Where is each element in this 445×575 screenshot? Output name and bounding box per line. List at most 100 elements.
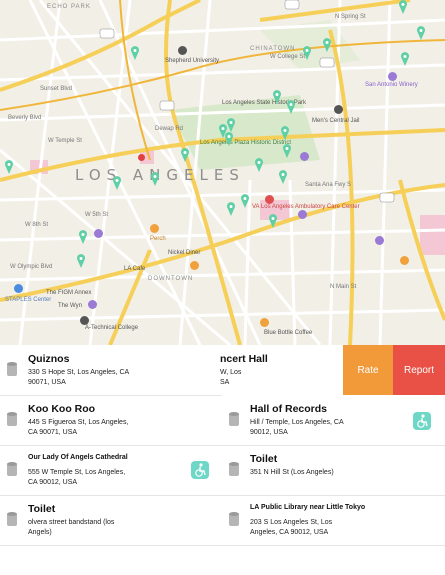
toilet-roll-icon bbox=[6, 511, 18, 527]
jail-icon[interactable] bbox=[334, 105, 343, 114]
place-the-wyn: The Wyn bbox=[58, 303, 82, 309]
toilet-pin-icon[interactable] bbox=[272, 90, 282, 104]
toilet-pin-icon[interactable] bbox=[180, 148, 190, 162]
restaurant-icon[interactable] bbox=[400, 256, 409, 265]
toilet-roll-icon bbox=[6, 411, 18, 427]
report-button[interactable]: Report bbox=[393, 345, 445, 395]
list-item[interactable]: LA Public Library near Little Tokyo 203 … bbox=[222, 495, 445, 545]
restaurant-icon[interactable] bbox=[150, 224, 159, 233]
toilet-pin-icon[interactable] bbox=[254, 158, 264, 172]
toilet-pin-icon[interactable] bbox=[322, 38, 332, 52]
winery-icon[interactable] bbox=[388, 72, 397, 81]
street-label: N Main St bbox=[330, 284, 357, 290]
toilet-pin-icon[interactable] bbox=[226, 202, 236, 216]
toilet-pin-icon[interactable] bbox=[224, 132, 234, 146]
toilet-roll-icon bbox=[228, 461, 240, 477]
list-item-address: 445 S Figueroa St, Los Angeles, CA 90071,… bbox=[28, 419, 129, 436]
university-icon[interactable] bbox=[178, 46, 187, 55]
list-item-address: 203 S Los Angeles St, Los Angeles, CA 900… bbox=[250, 519, 333, 536]
toilet-pin-icon[interactable] bbox=[226, 118, 236, 132]
toilet-roll-icon bbox=[228, 411, 240, 427]
transit-icon[interactable] bbox=[375, 236, 384, 245]
toilet-pin-icon[interactable] bbox=[78, 230, 88, 244]
toilet-pin-icon[interactable] bbox=[76, 254, 86, 268]
list-item-address: Hill / Temple, Los Angeles, CA 90012, USA bbox=[250, 419, 344, 436]
restaurant-icon[interactable] bbox=[190, 261, 199, 270]
street-label: Beverly Blvd bbox=[8, 115, 42, 121]
wheelchair-accessible-icon bbox=[413, 412, 431, 430]
map-view[interactable]: LOS ANGELES ECHO PARK CHINATOWN DOWNTOWN… bbox=[0, 0, 445, 345]
street-label: W 5th St bbox=[85, 212, 109, 218]
street-label: Santa Ana Fwy S bbox=[305, 182, 352, 188]
toilet-pin-icon[interactable] bbox=[130, 46, 140, 60]
list-item-title: ncert Hall bbox=[220, 353, 268, 365]
neighborhood-echo-park: ECHO PARK bbox=[47, 4, 91, 10]
current-location-icon bbox=[138, 154, 145, 161]
toilet-pin-icon[interactable] bbox=[416, 26, 426, 40]
list-item[interactable]: Quiznos 330 S Hope St, Los Angeles, CA 90… bbox=[0, 345, 222, 395]
place-la-plaza-historic-district: Los Angeles Plaza Historic District bbox=[200, 140, 292, 146]
neighborhood-chinatown: CHINATOWN bbox=[250, 46, 296, 52]
toilet-pin-icon[interactable] bbox=[282, 144, 292, 158]
list-item-title: Koo Koo Roo bbox=[28, 403, 96, 415]
list-item-title: Toilet bbox=[28, 503, 56, 515]
place-san-antonio-winery: San Antonio Winery bbox=[365, 82, 418, 88]
toilet-pin-icon[interactable] bbox=[268, 214, 278, 228]
street-label: W 8th St bbox=[25, 222, 49, 228]
cafe-icon[interactable] bbox=[260, 318, 269, 327]
arena-icon[interactable] bbox=[14, 284, 23, 293]
transit-icon[interactable] bbox=[88, 300, 97, 309]
toilet-roll-icon bbox=[6, 361, 18, 377]
place-va-ambulatory: VA Los Angeles Ambulatory Care Center bbox=[252, 204, 360, 210]
list-item-title: Toilet bbox=[250, 453, 278, 465]
list-item-title: Quiznos bbox=[28, 353, 70, 365]
toilet-pin-icon[interactable] bbox=[112, 176, 122, 190]
toilet-roll-icon bbox=[228, 511, 240, 527]
toilet-pin-icon[interactable] bbox=[4, 160, 14, 174]
list-item[interactable]: Toilet olvera street bandstand (los Angel… bbox=[0, 495, 222, 545]
toilet-pin-icon[interactable] bbox=[302, 46, 312, 60]
place-mens-central-jail: Men's Central Jail bbox=[312, 118, 360, 124]
street-label: N Spring St bbox=[335, 14, 366, 20]
toilet-pin-icon[interactable] bbox=[398, 0, 408, 14]
list-item-title: Hall of Records bbox=[250, 403, 328, 415]
place-shepherd-university: Shepherd University bbox=[165, 58, 220, 64]
list-item-address: 351 N Hill St (Los Angeles) bbox=[250, 469, 334, 476]
street-label: W Olympic Blvd bbox=[10, 264, 53, 270]
list-item[interactable]: Toilet 351 N Hill St (Los Angeles) bbox=[222, 445, 445, 495]
place-figm-annex: The FIGM Annex bbox=[46, 290, 92, 296]
toilet-pin-icon[interactable] bbox=[286, 100, 296, 114]
list-item-address: 555 W Temple St, Los Angeles, CA 90012, U… bbox=[28, 469, 126, 486]
neighborhood-downtown: DOWNTOWN bbox=[148, 276, 194, 282]
place-la-cafe: LA Cafe bbox=[124, 266, 146, 272]
street-label: W Temple St bbox=[48, 138, 82, 144]
street-label: W College St bbox=[270, 54, 306, 60]
list-item-address: 330 S Hope St, Los Angeles, CA 90071, USA bbox=[28, 369, 130, 386]
place-staples-center: STAPLES Center bbox=[5, 297, 52, 303]
transit-icon[interactable] bbox=[298, 210, 307, 219]
place-nickel-diner: Nickel Diner bbox=[168, 250, 201, 256]
toilet-pin-icon[interactable] bbox=[400, 52, 410, 66]
toilet-pin-icon[interactable] bbox=[240, 194, 250, 208]
hospital-icon[interactable] bbox=[265, 195, 274, 204]
list-item[interactable]: Our Lady Of Angels Cathedral 555 W Templ… bbox=[0, 445, 222, 495]
rate-button[interactable]: Rate bbox=[343, 345, 393, 395]
school-icon[interactable] bbox=[80, 316, 89, 325]
toilet-pin-icon[interactable] bbox=[150, 172, 160, 186]
list-item-address: W, Los SA bbox=[220, 369, 242, 386]
toilet-roll-icon bbox=[6, 461, 18, 477]
wheelchair-accessible-icon bbox=[191, 461, 209, 479]
list-item[interactable]: Koo Koo Roo 445 S Figueroa St, Los Angel… bbox=[0, 395, 222, 445]
list-item[interactable]: Hall of Records Hill / Temple, Los Angel… bbox=[222, 395, 445, 445]
place-blue-bottle: Blue Bottle Coffee bbox=[264, 330, 313, 336]
place-a-technical-college: A-Technical College bbox=[85, 325, 139, 331]
street-label: Sunset Blvd bbox=[40, 86, 73, 92]
list-item[interactable]: ncert Hall W, Los SA bbox=[200, 345, 343, 395]
place-perch: Perch bbox=[150, 236, 166, 242]
transit-icon[interactable] bbox=[94, 229, 103, 238]
list-item-address: olvera street bandstand (los Angels) bbox=[28, 519, 115, 536]
list-item-title: LA Public Library near Little Tokyo bbox=[250, 504, 366, 511]
transit-icon[interactable] bbox=[300, 152, 309, 161]
toilet-pin-icon[interactable] bbox=[280, 126, 290, 140]
toilet-pin-icon[interactable] bbox=[278, 170, 288, 184]
